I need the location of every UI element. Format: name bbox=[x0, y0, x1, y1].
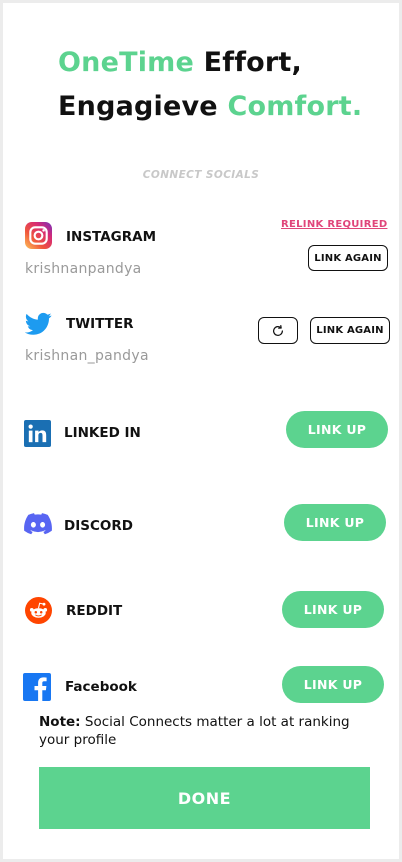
instagram-label: INSTAGRAM bbox=[66, 229, 157, 245]
reddit-icon bbox=[25, 597, 52, 624]
twitter-label: TWITTER bbox=[66, 316, 134, 332]
facebook-label: Facebook bbox=[65, 679, 137, 695]
twitter-icon bbox=[25, 312, 52, 336]
headline-comfort: Comfort. bbox=[227, 91, 363, 122]
headline-line-2: Engagieve Comfort. bbox=[58, 85, 388, 129]
section-title: CONNECT SOCIALS bbox=[142, 169, 260, 181]
twitter-handle: krishnan_pandya bbox=[25, 348, 149, 364]
instagram-handle: krishnanpandya bbox=[25, 261, 142, 277]
twitter-refresh-button[interactable] bbox=[258, 317, 298, 344]
headline-effort: Effort, bbox=[203, 47, 302, 78]
relink-required-link[interactable]: RELINK REQUIRED bbox=[281, 219, 387, 230]
headline-onetime: OneTime bbox=[58, 47, 195, 78]
discord-icon bbox=[24, 512, 52, 536]
linkedin-icon bbox=[24, 420, 51, 447]
note-text: Social Connects matter a lot at ranking … bbox=[39, 714, 350, 748]
reddit-label: REDDIT bbox=[66, 603, 123, 619]
note-label: Note: bbox=[39, 714, 81, 730]
headline-line-1: OneTime Effort, bbox=[58, 41, 388, 85]
facebook-link-up-button[interactable]: LINK UP bbox=[282, 666, 384, 703]
done-button[interactable]: DONE bbox=[39, 767, 370, 829]
twitter-link-again-button[interactable]: LINK AGAIN bbox=[310, 317, 390, 344]
reddit-link-up-button[interactable]: LINK UP bbox=[282, 591, 384, 628]
discord-link-up-button[interactable]: LINK UP bbox=[284, 504, 386, 541]
linkedin-link-up-button[interactable]: LINK UP bbox=[286, 411, 388, 448]
headline-engagieve: Engagieve bbox=[58, 91, 218, 122]
ranking-note: Note: Social Connects matter a lot at ra… bbox=[39, 713, 369, 749]
linkedin-label: LINKED IN bbox=[64, 425, 141, 441]
refresh-icon bbox=[273, 324, 283, 336]
headline: OneTime Effort, Engagieve Comfort. bbox=[58, 41, 388, 129]
instagram-link-again-button[interactable]: LINK AGAIN bbox=[308, 245, 388, 271]
connect-socials-card: OneTime Effort, Engagieve Comfort. CONNE… bbox=[3, 3, 399, 859]
discord-label: DISCORD bbox=[64, 518, 133, 534]
instagram-icon bbox=[25, 222, 52, 249]
facebook-icon bbox=[23, 673, 51, 701]
